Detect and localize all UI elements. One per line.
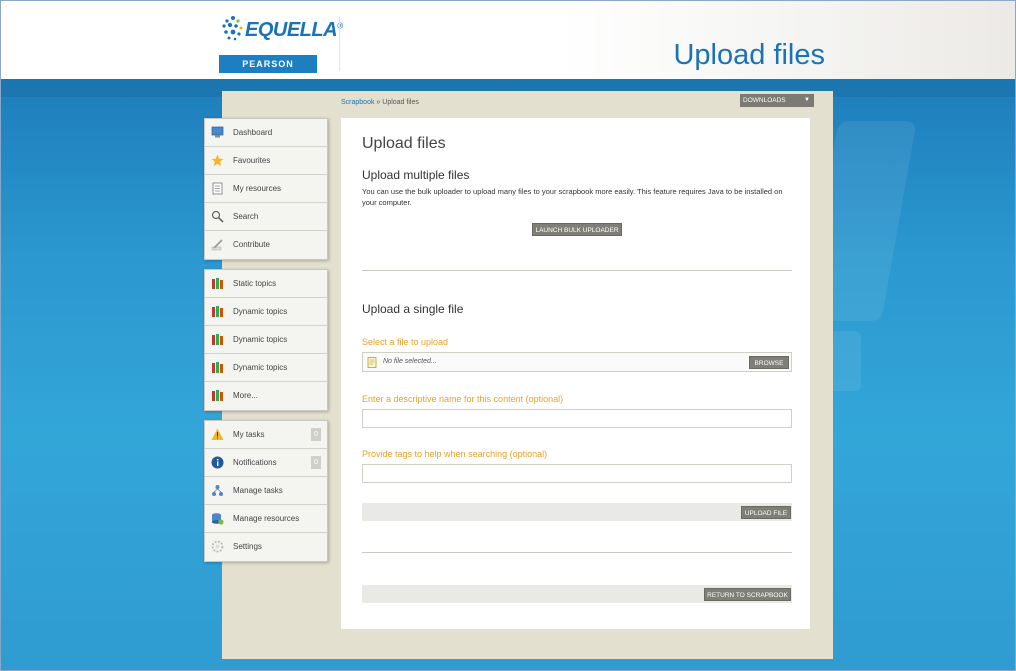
- name-input[interactable]: [362, 409, 792, 428]
- logo-dots-icon: [222, 16, 243, 41]
- section-divider: [362, 552, 792, 553]
- single-upload-heading: Upload a single file: [362, 302, 464, 316]
- books-icon: [212, 334, 223, 345]
- page-heading: Upload files: [673, 39, 825, 71]
- menu-item-label: My resources: [233, 184, 282, 193]
- site-header: EQUELLA® PEARSON Upload files: [1, 1, 1015, 79]
- launch-bulk-uploader-button[interactable]: LAUNCH BULK UPLOADER: [532, 223, 622, 236]
- file-chooser[interactable]: No file selected... BROWSE: [362, 352, 792, 372]
- menu-item-static-topics[interactable]: Static topics: [205, 270, 327, 298]
- menu-item-label: Search: [233, 212, 259, 221]
- menu-item-label: Notifications: [233, 458, 277, 467]
- return-to-scrapbook-button[interactable]: RETURN TO SCRAPBOOK: [704, 588, 791, 601]
- breadcrumb-scrapbook-link[interactable]: Scrapbook: [341, 99, 374, 106]
- chevron-down-icon: ▼: [804, 97, 810, 103]
- menu-item-manage-resources[interactable]: Manage resources: [205, 505, 327, 533]
- menu-item-label: Dashboard: [233, 128, 273, 137]
- menu-item-label: Manage resources: [233, 514, 300, 523]
- section-divider: [362, 270, 792, 271]
- menu-item-dashboard[interactable]: Dashboard: [205, 119, 327, 147]
- gear-icon: [211, 540, 224, 553]
- browse-button[interactable]: BROWSE: [749, 356, 789, 369]
- info-icon: [211, 456, 224, 469]
- menu-item-manage-tasks[interactable]: Manage tasks: [205, 477, 327, 505]
- books-icon: [212, 390, 223, 401]
- menu-item-search[interactable]: Search: [205, 203, 327, 231]
- content-title: Upload files: [362, 135, 446, 152]
- menu-item-label: Dynamic topics: [233, 307, 288, 316]
- breadcrumb: Scrapbook » Upload files: [341, 99, 419, 106]
- menu-item-settings[interactable]: Settings: [205, 533, 327, 561]
- menu-item-label: Dynamic topics: [233, 335, 288, 344]
- menu-item-label: Settings: [233, 542, 262, 551]
- workflow-icon: [212, 485, 223, 496]
- downloads-dropdown[interactable]: DOWNLOADS ▼: [740, 94, 814, 107]
- logo-pearson-band: PEARSON: [219, 55, 317, 73]
- header-divider: [339, 17, 340, 71]
- menu-item-more[interactable]: More...: [205, 382, 327, 410]
- menu-item-label: Contribute: [233, 240, 270, 249]
- menu-item-dynamic-topics[interactable]: Dynamic topics: [205, 298, 327, 326]
- notification-count-badge: 0: [311, 456, 321, 469]
- books-icon: [212, 362, 223, 373]
- books-icon: [212, 278, 223, 289]
- star-icon: [211, 154, 224, 167]
- menu-item-label: Dynamic topics: [233, 363, 288, 372]
- upload-action-bar: [362, 503, 792, 521]
- document-icon: [212, 182, 223, 195]
- logo-word-text: EQUELLA: [245, 19, 338, 41]
- breadcrumb-current: Upload files: [382, 99, 419, 106]
- main-nav-menu: Dashboard Favourites My resources Search…: [204, 118, 328, 260]
- menu-item-label: My tasks: [233, 430, 265, 439]
- menu-item-favourites[interactable]: Favourites: [205, 147, 327, 175]
- tags-input[interactable]: [362, 464, 792, 483]
- search-icon: [211, 210, 224, 223]
- menu-item-contribute[interactable]: Contribute: [205, 231, 327, 259]
- file-chooser-placeholder: No file selected...: [383, 358, 437, 365]
- menu-item-notifications[interactable]: Notifications 0: [205, 449, 327, 477]
- name-field-label: Enter a descriptive name for this conten…: [362, 394, 564, 404]
- books-icon: [212, 306, 223, 317]
- warning-icon: [211, 428, 224, 440]
- logo-wordmark: EQUELLA®: [245, 19, 343, 42]
- dashboard-icon: [211, 126, 224, 138]
- multi-upload-description: You can use the bulk uploader to upload …: [362, 187, 783, 207]
- upload-file-button[interactable]: UPLOAD FILE: [741, 506, 791, 519]
- menu-item-label: More...: [233, 391, 258, 400]
- select-file-label: Select a file to upload: [362, 337, 449, 347]
- menu-item-my-tasks[interactable]: My tasks 0: [205, 421, 327, 449]
- tasks-menu: My tasks 0 Notifications 0 Manage tasks …: [204, 420, 328, 562]
- topics-menu: Static topics Dynamic topics Dynamic top…: [204, 269, 328, 411]
- tags-field-label: Provide tags to help when searching (opt…: [362, 449, 548, 459]
- browser-frame: EQUELLA® PEARSON Upload files Scrapbook …: [0, 0, 1016, 671]
- menu-item-dynamic-topics[interactable]: Dynamic topics: [205, 326, 327, 354]
- database-icon: [212, 513, 224, 525]
- menu-item-dynamic-topics[interactable]: Dynamic topics: [205, 354, 327, 382]
- task-count-badge: 0: [311, 428, 321, 441]
- downloads-label: DOWNLOADS: [743, 97, 786, 104]
- multi-upload-heading: Upload multiple files: [362, 168, 470, 182]
- file-icon: [367, 357, 377, 368]
- menu-item-my-resources[interactable]: My resources: [205, 175, 327, 203]
- menu-item-label: Manage tasks: [233, 486, 283, 495]
- menu-item-label: Static topics: [233, 279, 277, 288]
- menu-item-label: Favourites: [233, 156, 271, 165]
- equella-logo[interactable]: EQUELLA® PEARSON: [219, 13, 343, 75]
- pencil-icon: [211, 239, 223, 251]
